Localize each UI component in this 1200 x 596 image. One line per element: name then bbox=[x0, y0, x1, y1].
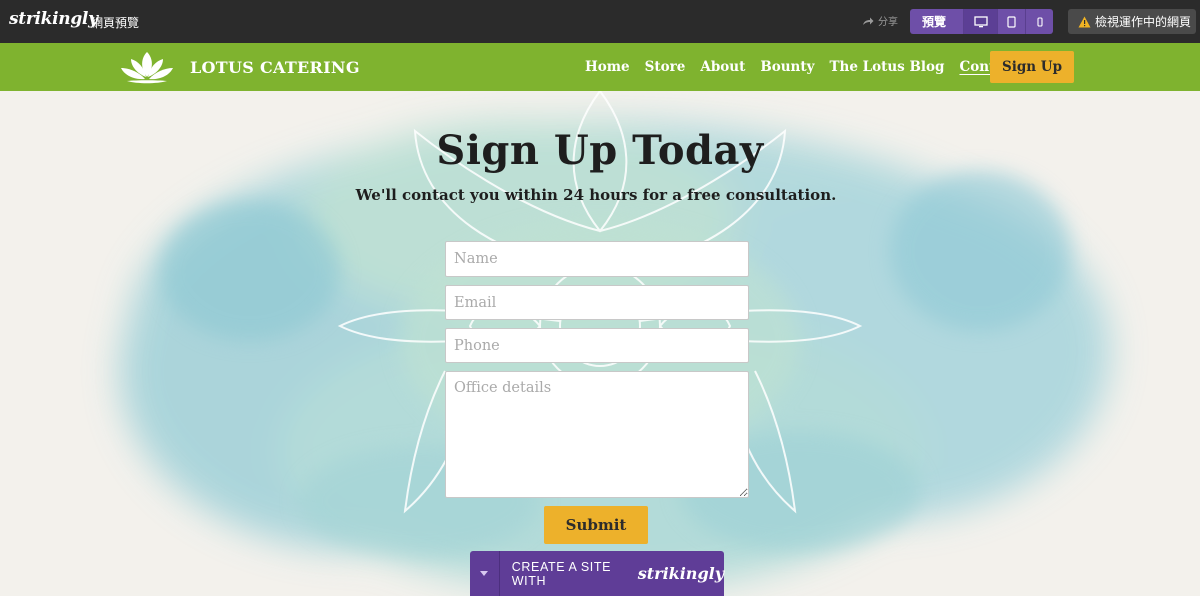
email-field[interactable] bbox=[445, 285, 749, 320]
view-live-label: 檢視運作中的網頁 bbox=[1095, 15, 1192, 29]
phone-field[interactable] bbox=[445, 328, 749, 363]
nav-links: Home Store About Bounty The Lotus Blog C… bbox=[585, 59, 1033, 75]
nav-store[interactable]: Store bbox=[645, 59, 686, 75]
nav-about[interactable]: About bbox=[700, 59, 745, 75]
preview-mode-button[interactable]: 預覽 bbox=[910, 9, 964, 34]
lotus-logo-icon[interactable] bbox=[119, 50, 175, 89]
tablet-view-button[interactable] bbox=[998, 9, 1026, 34]
nav-blog[interactable]: The Lotus Blog bbox=[829, 59, 944, 75]
site-name[interactable]: LOTUS CATERING bbox=[190, 58, 360, 77]
badge-text: CREATE A SITE WITH bbox=[511, 559, 612, 588]
tablet-icon bbox=[1007, 15, 1016, 28]
device-switcher: 預覽 bbox=[910, 9, 1053, 34]
submit-button[interactable]: Submit bbox=[544, 506, 648, 544]
site-navbar: LOTUS CATERING Home Store About Bounty T… bbox=[0, 43, 1200, 91]
share-icon bbox=[863, 17, 874, 25]
signup-section: Sign Up Today We'll contact you within 2… bbox=[0, 91, 1200, 596]
editor-topbar: strikingly 網頁預覽 分享 預覽 檢視運作中的網頁 bbox=[0, 0, 1200, 43]
preview-title: 網頁預覽 bbox=[91, 16, 140, 30]
desktop-view-button[interactable] bbox=[964, 9, 998, 34]
share-button[interactable]: 分享 bbox=[862, 13, 898, 28]
page-subtitle: We'll contact you within 24 hours for a … bbox=[355, 186, 837, 204]
mobile-view-button[interactable] bbox=[1026, 9, 1053, 34]
page-title: Sign Up Today bbox=[436, 127, 764, 174]
office-details-field[interactable] bbox=[445, 371, 749, 498]
nav-bounty[interactable]: Bounty bbox=[760, 59, 814, 75]
strikingly-logo[interactable]: strikingly bbox=[9, 9, 98, 29]
nav-home[interactable]: Home bbox=[585, 59, 630, 75]
view-live-site-button[interactable]: 檢視運作中的網頁 bbox=[1068, 9, 1196, 34]
name-field[interactable] bbox=[445, 241, 749, 277]
mobile-icon bbox=[1036, 16, 1043, 27]
caret-down-icon bbox=[480, 571, 489, 576]
badge-brand: strikingly bbox=[637, 564, 724, 583]
warning-icon bbox=[1078, 16, 1091, 27]
nav-sign-up-button[interactable]: Sign Up bbox=[990, 51, 1074, 83]
share-label: 分享 bbox=[878, 17, 898, 28]
strikingly-badge[interactable]: CREATE A SITE WITH strikingly bbox=[470, 551, 724, 596]
collapse-badge-button[interactable] bbox=[470, 551, 500, 596]
desktop-icon bbox=[973, 15, 988, 27]
